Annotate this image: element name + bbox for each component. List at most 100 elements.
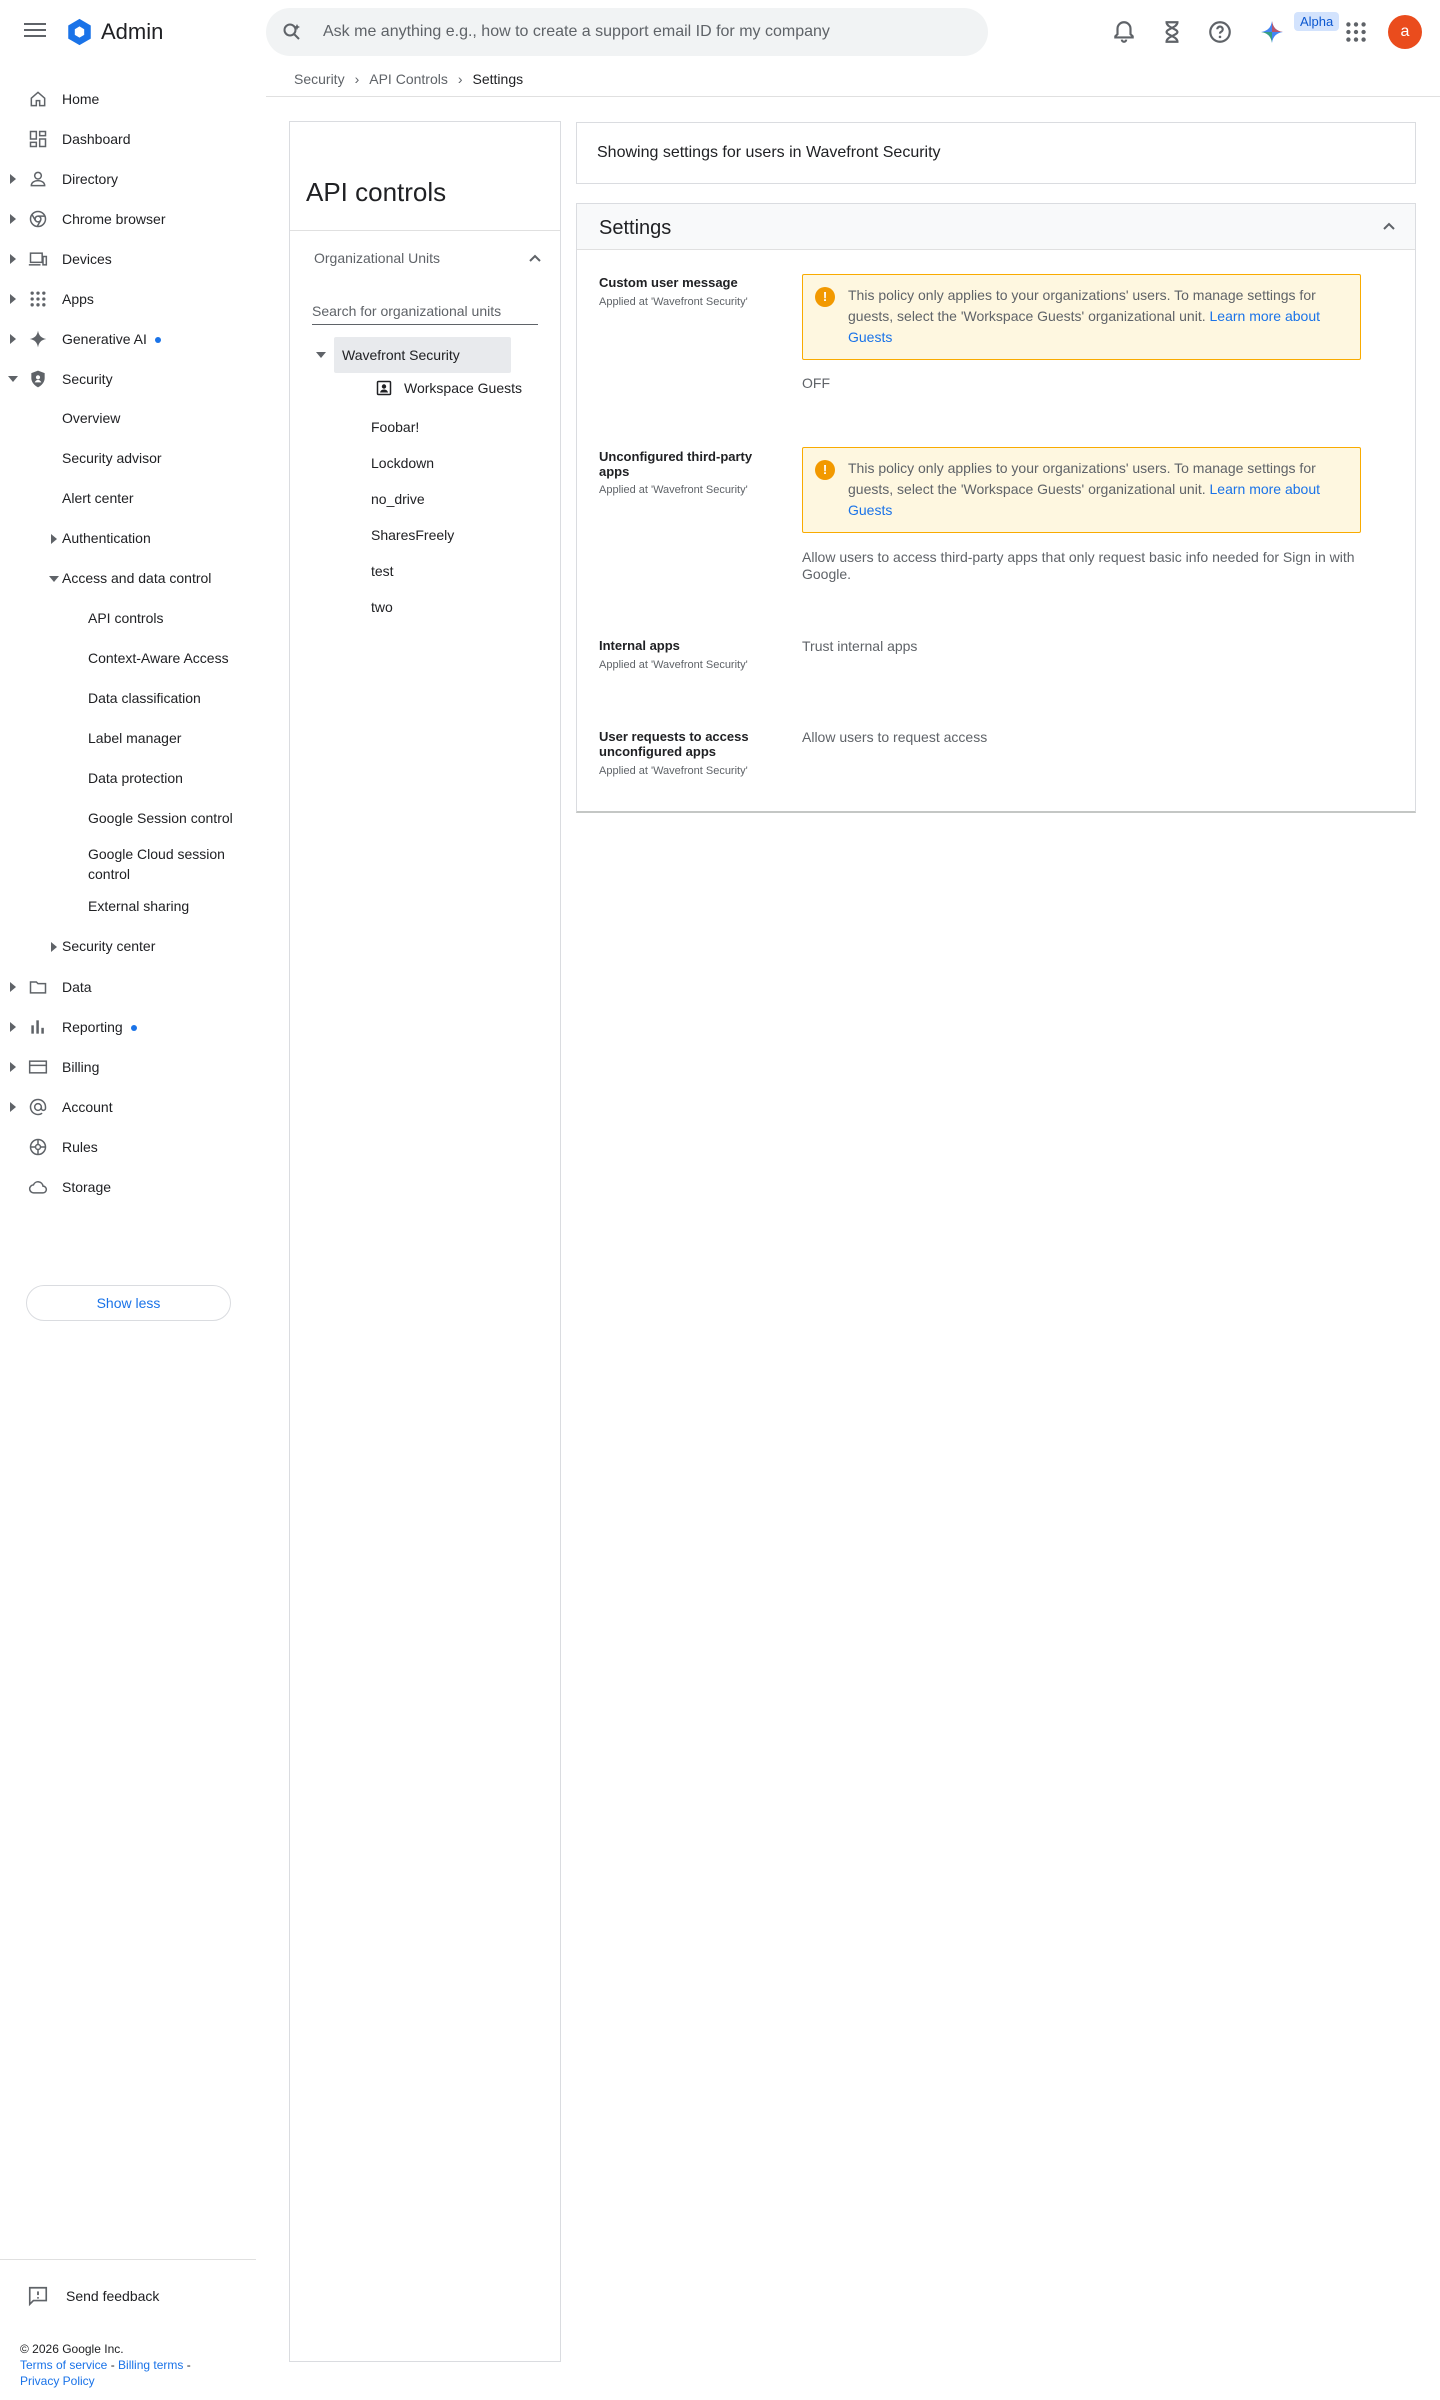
chevron-right-icon: › xyxy=(354,71,360,87)
sidebar-item-directory[interactable]: Directory xyxy=(0,159,256,199)
sidebar-sub-google-cloud-session-control[interactable]: Google Cloud session control xyxy=(88,844,238,884)
alpha-badge: Alpha xyxy=(1294,12,1340,31)
person-icon xyxy=(30,171,46,187)
setting-value[interactable]: Trust internal apps xyxy=(802,638,1362,655)
ou-item-no-drive[interactable]: no_drive xyxy=(371,491,425,507)
sidebar-item-label: Directory xyxy=(62,171,119,187)
setting-internal-apps-title[interactable]: Internal apps xyxy=(599,638,779,653)
warning-text: This policy only applies to your organiz… xyxy=(848,287,1321,345)
breadcrumb-security[interactable]: Security xyxy=(294,71,345,87)
settings-title: Settings xyxy=(599,217,672,239)
setting-custom-user-message-title[interactable]: Custom user message xyxy=(599,275,779,290)
breadcrumb-api-controls[interactable]: API Controls xyxy=(369,71,448,87)
setting-applied-text: Applied at 'Wavefront Security' xyxy=(599,296,748,308)
sidebar-sub-authentication[interactable]: Authentication xyxy=(51,530,151,546)
guest-badge-icon xyxy=(376,380,392,396)
main-menu-icon[interactable] xyxy=(22,19,48,43)
sidebar-item-label: Generative AI xyxy=(62,331,161,347)
sidebar-item-label: Storage xyxy=(62,1179,112,1195)
ou-panel: API controls Organizational Units Wavefr… xyxy=(289,121,561,2362)
sidebar-sub-security-advisor[interactable]: Security advisor xyxy=(62,450,162,466)
setting-unconfigured-apps-title[interactable]: Unconfigured third-party apps xyxy=(599,449,779,479)
sidebar-item-apps[interactable]: Apps xyxy=(0,279,256,319)
ou-item-test[interactable]: test xyxy=(371,563,394,579)
sidebar-item-label: Reporting xyxy=(62,1019,137,1035)
apps-grid-icon[interactable] xyxy=(1343,19,1369,45)
sidebar-sub-api-controls[interactable]: API controls xyxy=(88,610,163,626)
sidebar-sub-context-aware-access[interactable]: Context-Aware Access xyxy=(88,650,229,666)
sidebar-item-storage[interactable]: Storage xyxy=(0,1167,256,1207)
caret-down-icon[interactable] xyxy=(316,352,326,358)
shield-icon xyxy=(31,370,45,388)
caret-right-icon xyxy=(10,214,16,224)
sidebar-sub-security-center[interactable]: Security center xyxy=(51,938,155,954)
sidebar-sub-data-protection[interactable]: Data protection xyxy=(88,770,183,786)
privacy-link[interactable]: Privacy Policy xyxy=(20,2374,95,2388)
dashboard-icon xyxy=(29,130,47,148)
terms-link[interactable]: Terms of service xyxy=(20,2358,107,2372)
sidebar-item-data[interactable]: Data xyxy=(0,967,256,1007)
caret-right-icon xyxy=(51,534,57,544)
sidebar-item-dashboard[interactable]: Dashboard xyxy=(0,119,256,159)
new-badge-dot xyxy=(130,1025,137,1032)
breadcrumb-divider xyxy=(266,96,1440,97)
sidebar-item-security[interactable]: Security xyxy=(0,359,256,399)
ou-item-foobar[interactable]: Foobar! xyxy=(371,419,419,435)
show-less-button[interactable]: Show less xyxy=(26,1285,231,1321)
at-sign-icon xyxy=(29,1098,47,1116)
sidebar-item-label: Devices xyxy=(62,251,112,267)
setting-user-requests-title[interactable]: User requests to access unconfigured app… xyxy=(599,729,779,759)
sidebar-sub-access-data-control[interactable]: Access and data control xyxy=(49,570,211,586)
caret-right-icon xyxy=(10,1102,16,1112)
send-feedback-button[interactable]: Send feedback xyxy=(27,2285,159,2307)
sidebar-sub-external-sharing[interactable]: External sharing xyxy=(88,898,189,914)
tasks-hourglass-icon[interactable] xyxy=(1159,19,1185,45)
ou-root-wavefront-security[interactable]: Wavefront Security xyxy=(316,337,511,373)
sidebar-item-label: Account xyxy=(62,1099,113,1115)
sidebar-item-label: Data xyxy=(62,979,92,995)
chevron-up-icon[interactable] xyxy=(527,250,543,266)
app-title[interactable]: Admin xyxy=(101,19,163,45)
setting-value[interactable]: Allow users to request access xyxy=(802,729,1362,746)
settings-header[interactable]: Settings xyxy=(577,204,1415,250)
sidebar-item-devices[interactable]: Devices xyxy=(0,239,256,279)
chevron-up-icon[interactable] xyxy=(1381,218,1397,234)
billing-terms-link[interactable]: Billing terms xyxy=(118,2358,183,2372)
warning-icon: ! xyxy=(815,460,835,480)
caret-right-icon xyxy=(10,1062,16,1072)
sparkle-icon xyxy=(29,330,47,348)
ou-item-lockdown[interactable]: Lockdown xyxy=(371,455,434,471)
sidebar-item-rules[interactable]: Rules xyxy=(0,1127,256,1167)
caret-right-icon xyxy=(10,1022,16,1032)
sidebar-item-chrome-browser[interactable]: Chrome browser xyxy=(0,199,256,239)
search-bar[interactable] xyxy=(266,8,988,56)
sidebar-sub-overview[interactable]: Overview xyxy=(62,410,120,426)
sidebar-item-reporting[interactable]: Reporting xyxy=(0,1007,256,1047)
sidebar-item-generative-ai[interactable]: Generative AI xyxy=(0,319,256,359)
help-icon[interactable] xyxy=(1207,19,1233,45)
sidebar-item-label: Apps xyxy=(62,291,94,307)
home-icon xyxy=(30,91,46,107)
sidebar-sub-label-manager[interactable]: Label manager xyxy=(88,730,181,746)
sidebar-sub-alert-center[interactable]: Alert center xyxy=(62,490,134,506)
ou-workspace-guests[interactable]: Workspace Guests xyxy=(376,380,522,396)
ou-search-input[interactable] xyxy=(312,297,538,325)
notifications-bell-icon[interactable] xyxy=(1111,19,1137,45)
setting-value[interactable]: OFF xyxy=(802,375,1362,392)
feedback-icon xyxy=(28,2286,48,2307)
search-input[interactable] xyxy=(323,18,963,46)
sidebar-item-label: Home xyxy=(62,91,100,107)
guest-policy-warning: ! This policy only applies to your organ… xyxy=(802,274,1361,360)
sidebar-item-home[interactable]: Home xyxy=(0,79,256,119)
sidebar-item-billing[interactable]: Billing xyxy=(0,1047,256,1087)
sidebar-item-account[interactable]: Account xyxy=(0,1087,256,1127)
copyright-text: © 2026 Google Inc. xyxy=(20,2342,124,2356)
sidebar-sub-data-classification[interactable]: Data classification xyxy=(88,690,201,706)
ou-root-label: Wavefront Security xyxy=(342,347,460,363)
gemini-sparkle-icon[interactable] xyxy=(1259,19,1285,45)
sidebar-sub-google-session-control[interactable]: Google Session control xyxy=(88,810,233,826)
setting-value[interactable]: Allow users to access third-party apps t… xyxy=(802,549,1362,583)
account-avatar[interactable]: a xyxy=(1388,15,1422,49)
ou-item-two[interactable]: two xyxy=(371,599,393,615)
ou-item-sharesfreely[interactable]: SharesFreely xyxy=(371,527,454,543)
